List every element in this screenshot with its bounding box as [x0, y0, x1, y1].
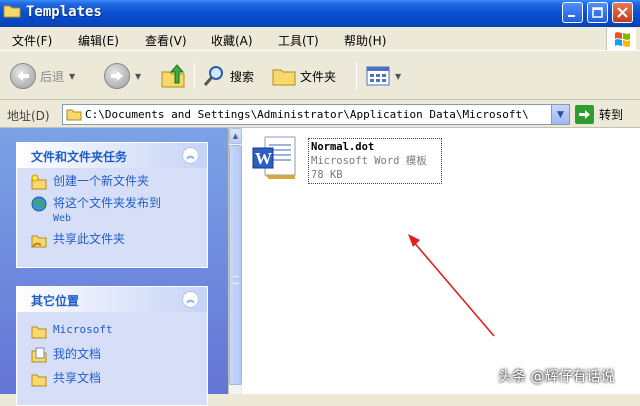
- address-input[interactable]: C:\Documents and Settings\Administrator\…: [62, 104, 570, 125]
- task-pane-scrollbar[interactable]: ▲: [228, 128, 242, 394]
- forward-dropdown-icon[interactable]: ▼: [135, 72, 141, 81]
- address-dropdown-icon[interactable]: ▼: [551, 105, 569, 124]
- share-folder-icon: [31, 235, 47, 248]
- title-bar[interactable]: Templates: [0, 0, 640, 27]
- place-microsoft[interactable]: Microsoft: [31, 323, 207, 339]
- window-title: Templates: [26, 4, 102, 20]
- folders-button[interactable]: 文件夹: [272, 60, 336, 92]
- close-icon: [617, 7, 628, 18]
- address-label: 地址(D): [7, 109, 50, 123]
- menu-favorites[interactable]: 收藏(A): [211, 32, 253, 49]
- back-button[interactable]: 后退 ▼: [10, 60, 75, 92]
- menu-file[interactable]: 文件(F): [12, 32, 52, 49]
- task-publish-web-label-2: Web: [53, 213, 72, 224]
- scroll-up-icon[interactable]: ▲: [229, 128, 242, 144]
- task-new-folder-label: 创建一个新文件夹: [53, 174, 150, 188]
- chevron-up-icon[interactable]: ︽: [182, 291, 199, 308]
- minimize-button[interactable]: [562, 2, 583, 23]
- task-new-folder[interactable]: 创建一个新文件夹: [31, 174, 207, 190]
- search-icon: [203, 66, 223, 86]
- views-icon: [366, 66, 390, 86]
- tasks-panel-header[interactable]: 文件和文件夹任务 ︽: [17, 143, 207, 168]
- task-publish-web-label: 将这个文件夹发布到: [53, 196, 162, 210]
- forward-arrow-icon: [104, 63, 130, 89]
- menu-view[interactable]: 查看(V): [145, 32, 187, 49]
- file-list: W Normal.dot Microsoft Word 模板 78 KB: [242, 128, 640, 394]
- maximize-icon: [592, 7, 603, 18]
- minimize-icon: [568, 15, 575, 17]
- views-button[interactable]: ▼: [366, 60, 401, 92]
- task-share-folder[interactable]: 共享此文件夹: [31, 232, 207, 248]
- places-panel-header[interactable]: 其它位置 ︽: [17, 287, 207, 312]
- place-microsoft-label: Microsoft: [53, 323, 113, 336]
- go-arrow-icon: [575, 105, 594, 124]
- place-shared-documents[interactable]: 共享文档: [31, 371, 207, 387]
- toolbar: 后退 ▼ ▼ 搜索 文件夹 ▼: [0, 52, 640, 100]
- search-button[interactable]: 搜索: [202, 60, 254, 92]
- address-path: C:\Documents and Settings\Administrator\…: [85, 108, 529, 121]
- windows-logo: [606, 28, 636, 50]
- back-dropdown-icon[interactable]: ▼: [69, 72, 75, 81]
- menu-edit[interactable]: 编辑(E): [78, 32, 119, 49]
- forward-button[interactable]: ▼: [104, 60, 141, 92]
- chevron-up-icon[interactable]: ︽: [182, 147, 199, 164]
- menu-tools[interactable]: 工具(T): [278, 32, 319, 49]
- folders-icon: [272, 69, 296, 86]
- task-share-folder-label: 共享此文件夹: [53, 232, 126, 246]
- menu-help[interactable]: 帮助(H): [344, 32, 386, 49]
- search-label: 搜索: [230, 69, 255, 84]
- task-publish-web[interactable]: 将这个文件夹发布到 Web: [31, 196, 207, 226]
- folder-icon: [66, 109, 82, 121]
- go-label: 转到: [599, 108, 624, 122]
- up-folder-icon: [161, 64, 185, 88]
- toolbar-separator: [356, 62, 357, 90]
- folder-icon: [3, 5, 21, 18]
- scrollbar-thumb[interactable]: [229, 145, 242, 385]
- maximize-button[interactable]: [587, 2, 608, 23]
- close-button[interactable]: [612, 2, 633, 23]
- toolbar-separator: [194, 62, 195, 90]
- tasks-panel: 文件和文件夹任务 ︽ 创建一个新文件夹 将这个文件夹发布到 Web 共享此文件夹: [16, 142, 208, 268]
- up-folder-button[interactable]: [160, 60, 186, 92]
- folders-label: 文件夹: [300, 69, 337, 84]
- go-button[interactable]: 转到: [575, 105, 623, 124]
- menu-bar: 文件(F) 编辑(E) 查看(V) 收藏(A) 工具(T) 帮助(H): [0, 27, 640, 51]
- shared-documents-icon: [31, 374, 47, 387]
- windows-flag-icon: [615, 32, 630, 47]
- annotation-arrow: [408, 234, 495, 337]
- place-my-documents[interactable]: 我的文档: [31, 347, 207, 363]
- views-dropdown-icon[interactable]: ▼: [395, 72, 401, 81]
- places-panel-title: 其它位置: [31, 294, 80, 308]
- my-documents-icon: [31, 347, 47, 363]
- task-pane: 文件和文件夹任务 ︽ 创建一个新文件夹 将这个文件夹发布到 Web 共享此文件夹 …: [0, 128, 228, 406]
- places-panel: 其它位置 ︽ Microsoft 我的文档 共享文档: [16, 286, 208, 406]
- place-shared-documents-label: 共享文档: [53, 371, 102, 385]
- watermark: 头条 @辉仔有话说: [498, 369, 615, 385]
- place-my-documents-label: 我的文档: [53, 347, 102, 361]
- new-folder-icon: [31, 174, 47, 190]
- folder-icon: [31, 326, 47, 339]
- back-label: 后退: [40, 69, 65, 84]
- address-bar: 地址(D) C:\Documents and Settings\Administ…: [0, 101, 640, 128]
- publish-web-icon: [31, 196, 47, 212]
- tasks-panel-title: 文件和文件夹任务: [31, 150, 128, 164]
- back-arrow-icon: [10, 63, 36, 89]
